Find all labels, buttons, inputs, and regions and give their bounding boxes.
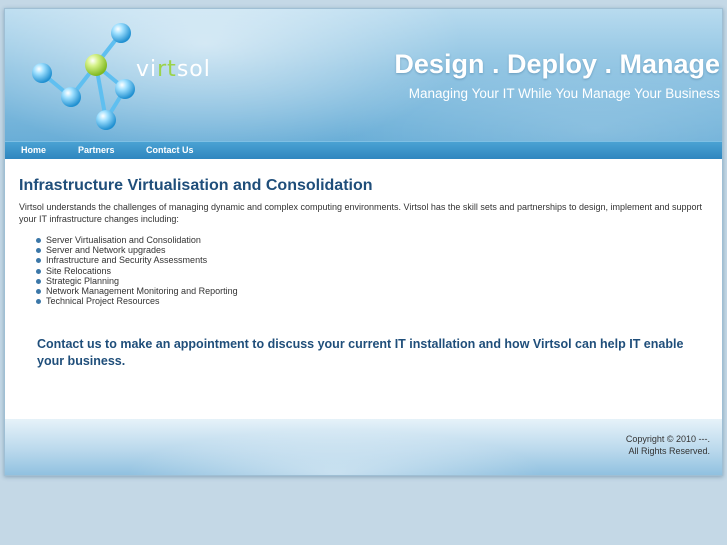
site-header: virtsol Design . Deploy . Manage Managin… — [5, 9, 722, 141]
copyright: Copyright © 2010 ---. All Rights Reserve… — [626, 433, 710, 457]
contact-call-to-action: Contact us to make an appointment to dis… — [37, 337, 684, 368]
list-item: Site Relocations — [36, 266, 719, 276]
list-item: Technical Project Resources — [36, 296, 719, 306]
intro-paragraph: Virtsol understands the challenges of ma… — [19, 202, 703, 224]
tagline: Design . Deploy . Manage — [394, 49, 720, 79]
page-title: Infrastructure Virtualisation and Consol… — [19, 177, 373, 194]
list-item: Server Virtualisation and Consolidation — [36, 235, 719, 245]
list-item: Infrastructure and Security Assessments — [36, 255, 719, 265]
logo-wordmark: virtsol — [136, 57, 211, 82]
nav-contact-us-link[interactable]: Contact Us — [146, 145, 194, 155]
site-footer: Copyright © 2010 ---. All Rights Reserve… — [5, 419, 722, 475]
list-item: Server and Network upgrades — [36, 245, 719, 255]
main-content: Infrastructure Virtualisation and Consol… — [19, 177, 719, 306]
logo[interactable]: virtsol — [19, 19, 211, 139]
services-list: Server Virtualisation and Consolidation … — [36, 235, 719, 306]
rights-line: All Rights Reserved. — [628, 446, 710, 456]
page-frame: virtsol Design . Deploy . Manage Managin… — [4, 8, 723, 476]
nav-partners-link[interactable]: Partners — [78, 145, 115, 155]
main-nav: Home Partners Contact Us — [5, 141, 722, 159]
sub-tagline: Managing Your IT While You Manage Your B… — [408, 86, 720, 101]
copyright-line: Copyright © 2010 ---. — [625, 434, 710, 444]
list-item: Network Management Monitoring and Report… — [36, 286, 719, 296]
nav-home-link[interactable]: Home — [21, 145, 46, 155]
list-item: Strategic Planning — [36, 276, 719, 286]
